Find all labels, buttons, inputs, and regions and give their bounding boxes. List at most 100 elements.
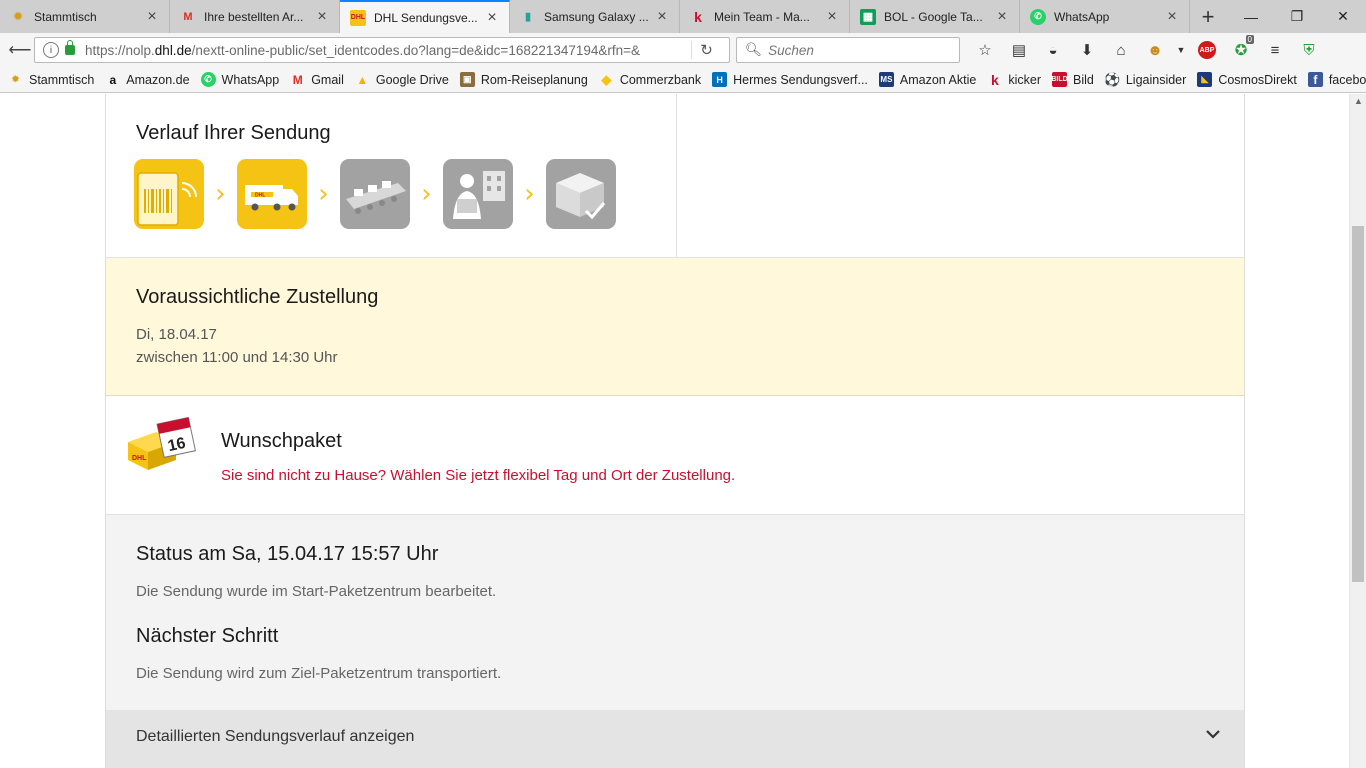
extension-badge: 0 <box>1245 35 1254 44</box>
tab-stammtisch[interactable]: ✹ Stammtisch × <box>0 0 170 33</box>
bookmark-cosmosdirekt[interactable]: ◣ CosmosDirekt <box>1197 72 1297 87</box>
chevron-right-icon: › <box>524 179 535 209</box>
extension-shield-icon[interactable]: ⛨ <box>1292 37 1326 63</box>
bookmark-hermes[interactable]: H Hermes Sendungsverf... <box>712 72 868 87</box>
next-step-title: Nächster Schritt <box>136 625 279 647</box>
tab-title: WhatsApp <box>1054 9 1110 24</box>
extension-face-icon[interactable]: ☻ <box>1138 37 1172 63</box>
toolbar: ☆ ▤ ◒ ⬇ ⌂ ☻ ▼ ABP ✪ 0 ≡ ⛨ <box>968 35 1326 63</box>
close-icon[interactable]: × <box>1165 8 1179 24</box>
tab-sheets[interactable]: ▦ BOL - Google Ta... × <box>850 0 1020 33</box>
bookmark-rom[interactable]: ▣ Rom-Reiseplanung <box>459 72 588 87</box>
whatsapp-icon: ✆ <box>200 72 216 87</box>
sun-icon: ✹ <box>11 74 20 84</box>
tab-whatsapp[interactable]: ✆ WhatsApp × <box>1020 0 1190 33</box>
scrollbar-thumb[interactable] <box>1352 226 1364 582</box>
search-input[interactable]: 🔍︎ Suchen <box>736 37 960 63</box>
calendar-day: 16 <box>166 435 187 455</box>
close-window-button[interactable]: ✕ <box>1320 0 1366 33</box>
search-icon: 🔍︎ <box>745 42 763 57</box>
wunschpaket-link[interactable]: Sie sind nicht zu Hause? Wählen Sie jetz… <box>221 467 735 484</box>
new-tab-button[interactable]: + <box>1190 0 1226 33</box>
progress-panel: Verlauf Ihrer Sendung › DHL › › › <box>105 94 1245 258</box>
restore-button[interactable]: ❐ <box>1274 0 1320 33</box>
ms-icon: MS <box>878 72 894 87</box>
chevron-down-icon[interactable]: ▼ <box>1172 37 1190 63</box>
status-text: Die Sendung wurde im Start-Paketzentrum … <box>136 583 497 600</box>
close-icon[interactable]: × <box>485 9 499 25</box>
back-button[interactable]: ⟵ <box>6 36 34 64</box>
tab-samsung[interactable]: ▮ Samsung Galaxy ... × <box>510 0 680 33</box>
tab-kicker[interactable]: k Mein Team - Ma... × <box>680 0 850 33</box>
bookmark-facebook[interactable]: ffacebook <box>1307 72 1366 87</box>
close-icon[interactable]: × <box>655 8 669 24</box>
delivery-date: Di, 18.04.17 <box>136 326 217 343</box>
gmail-icon: M <box>292 72 303 87</box>
tab-title: Stammtisch <box>34 9 97 24</box>
sun-icon: ✹ <box>13 11 23 23</box>
chevron-right-icon: › <box>215 179 226 209</box>
kicker-icon: k <box>694 8 702 25</box>
bookmark-kicker[interactable]: k kicker <box>987 72 1041 88</box>
nav-bar: ⟵ i https://nolp.dhl.de/nextt-online-pub… <box>0 33 1366 67</box>
wunschpaket-calendar-icon: DHL 16 <box>126 414 198 479</box>
progress-steps: › DHL › › › <box>134 159 616 229</box>
cosmos-icon: ◣ <box>1197 72 1213 87</box>
download-icon[interactable]: ⬇ <box>1070 37 1104 63</box>
hermes-icon: H <box>712 72 728 87</box>
tab-bar: ✹ Stammtisch × M Ihre bestellten Ar... ×… <box>0 0 1366 33</box>
adblock-icon[interactable]: ABP <box>1190 37 1224 63</box>
wunschpaket-title: Wunschpaket <box>221 430 342 452</box>
minimize-button[interactable]: — <box>1228 0 1274 33</box>
step-transport-icon: DHL <box>237 159 307 229</box>
bookmark-amazon[interactable]: a Amazon.de <box>105 72 189 87</box>
reader-icon[interactable]: ▤ <box>1002 37 1036 63</box>
tab-title: Samsung Galaxy ... <box>544 9 649 24</box>
star-icon[interactable]: ☆ <box>968 37 1002 63</box>
reload-icon[interactable]: ↻ <box>691 41 721 59</box>
photo-icon: ▣ <box>459 72 475 87</box>
vertical-scrollbar[interactable]: ▲ <box>1349 94 1366 768</box>
url-text[interactable]: https://nolp.dhl.de/nextt-online-public/… <box>85 43 683 58</box>
menu-icon[interactable]: ≡ <box>1258 37 1292 63</box>
bookmark-bild[interactable]: BILD Bild <box>1051 72 1094 87</box>
amazon-icon: a <box>109 72 117 87</box>
scroll-up-icon[interactable]: ▲ <box>1354 96 1363 106</box>
lock-icon <box>65 40 75 55</box>
window-controls: — ❐ ✕ <box>1228 0 1366 33</box>
wunschpaket-panel: DHL 16 Wunschpaket Sie sind nicht zu Hau… <box>105 396 1245 515</box>
delivery-window: zwischen 11:00 und 14:30 Uhr <box>136 349 338 366</box>
step-courier-icon <box>443 159 513 229</box>
bookmark-google-drive[interactable]: ▲ Google Drive <box>355 72 448 87</box>
status-title: Status am Sa, 15.04.17 15:57 Uhr <box>136 543 439 565</box>
bookmark-stammtisch[interactable]: ✹ Stammtisch <box>8 72 95 87</box>
close-icon[interactable]: × <box>145 8 159 24</box>
bild-icon: BILD <box>1051 72 1068 87</box>
info-icon[interactable]: i <box>43 42 59 58</box>
close-icon[interactable]: × <box>995 8 1009 24</box>
sheets-icon: ▦ <box>860 8 876 25</box>
gmail-icon: M <box>183 10 193 23</box>
extension-green-icon[interactable]: ✪ 0 <box>1224 35 1258 63</box>
tab-gmail[interactable]: M Ihre bestellten Ar... × <box>170 0 340 33</box>
ball-icon: ⚽ <box>1104 71 1121 87</box>
tab-title: Mein Team - Ma... <box>714 9 810 24</box>
bookmark-amazon-aktie[interactable]: MS Amazon Aktie <box>878 72 976 87</box>
progress-title: Verlauf Ihrer Sendung <box>136 122 331 144</box>
bookmark-gmail[interactable]: M Gmail <box>290 72 344 87</box>
pocket-icon[interactable]: ◒ <box>1036 37 1070 63</box>
tab-dhl[interactable]: DHL DHL Sendungsve... × <box>340 0 510 33</box>
panel-divider <box>676 94 677 258</box>
bookmark-whatsapp[interactable]: ✆ WhatsApp <box>200 72 279 87</box>
facebook-icon: f <box>1307 72 1323 87</box>
next-step-text: Die Sendung wird zum Ziel-Paketzentrum t… <box>136 665 502 682</box>
bookmark-ligainsider[interactable]: ⚽ Ligainsider <box>1104 71 1186 87</box>
close-icon[interactable]: × <box>315 8 329 24</box>
chevron-right-icon: › <box>318 179 329 209</box>
close-icon[interactable]: × <box>825 8 839 24</box>
home-icon[interactable]: ⌂ <box>1104 37 1138 63</box>
bookmark-commerzbank[interactable]: ◆ Commerzbank <box>599 72 701 87</box>
search-placeholder: Suchen <box>768 42 814 58</box>
url-bar[interactable]: i https://nolp.dhl.de/nextt-online-publi… <box>34 37 730 63</box>
detail-toggle[interactable]: Detaillierten Sendungsverlauf anzeigen <box>105 710 1245 768</box>
